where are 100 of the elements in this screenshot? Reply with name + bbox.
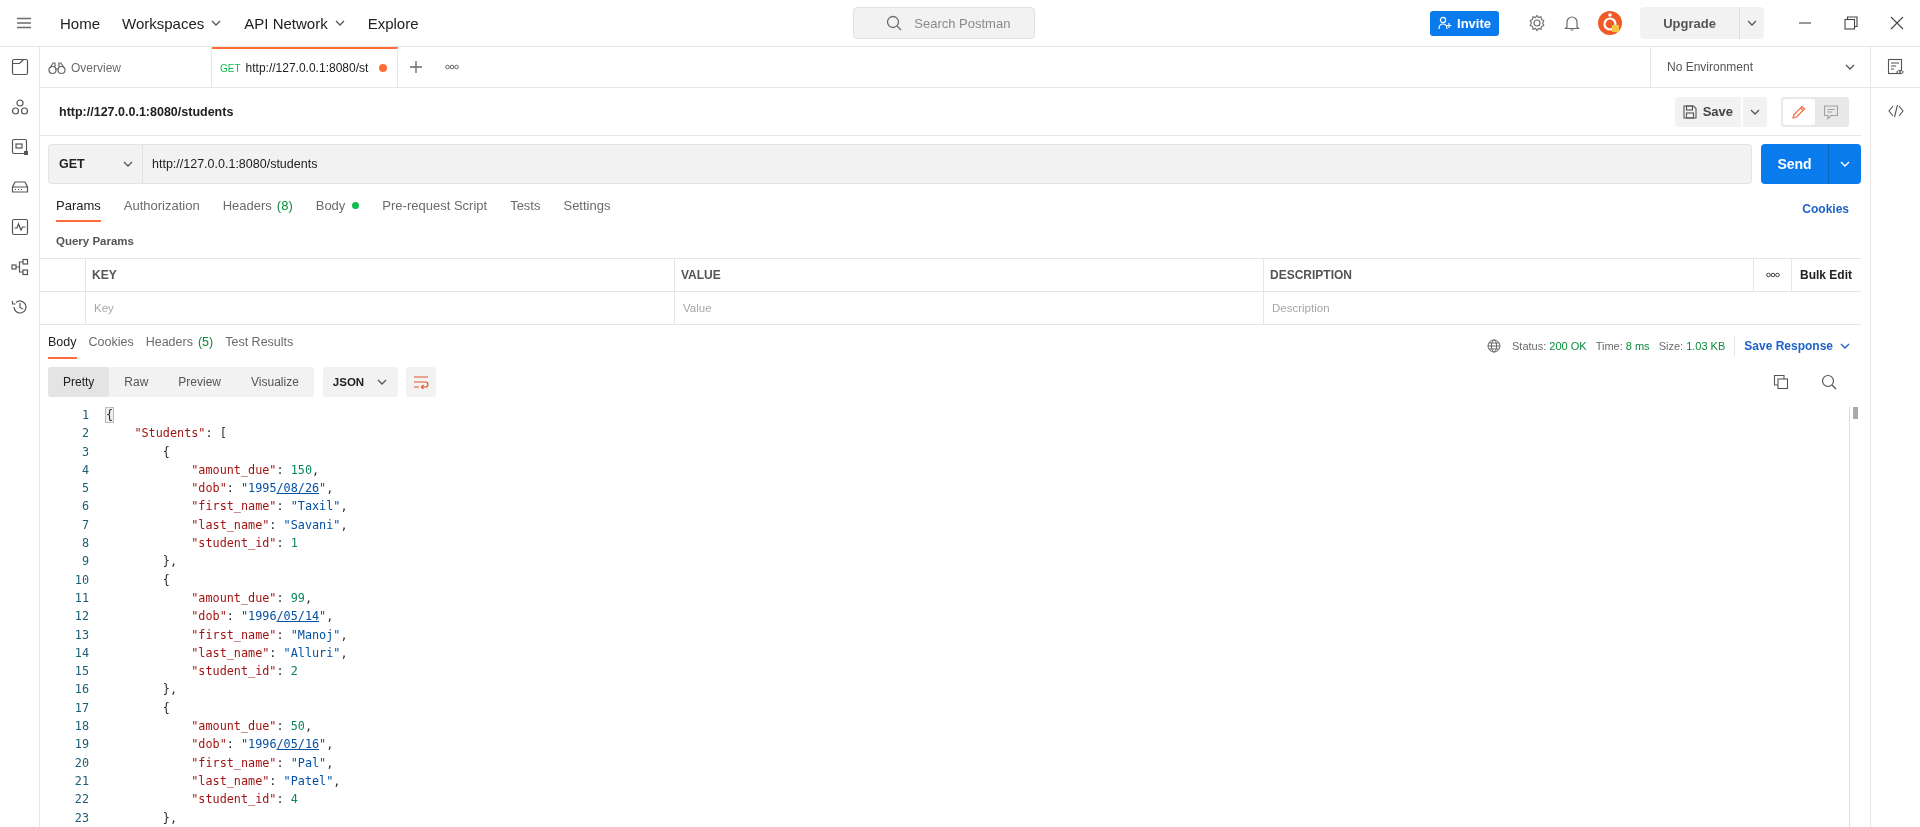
send-button[interactable]: Send xyxy=(1761,144,1828,184)
flow-icon[interactable] xyxy=(10,258,29,276)
line-number: 8 xyxy=(80,535,90,553)
bell-icon[interactable] xyxy=(1564,14,1580,32)
restore-icon[interactable] xyxy=(1844,16,1858,30)
line-number: 11 xyxy=(73,589,90,607)
section-tab[interactable]: Authorization xyxy=(123,196,200,222)
line-number: 9 xyxy=(80,553,90,571)
cookies-link[interactable]: Cookies xyxy=(1802,202,1849,216)
line-number: 23 xyxy=(73,809,90,827)
close-icon[interactable] xyxy=(1890,16,1904,30)
binoculars-icon xyxy=(48,61,66,75)
code-line: "dob": "1995/08/26", xyxy=(190,480,334,498)
collection-icon[interactable] xyxy=(10,58,29,76)
more-icon[interactable] xyxy=(1765,272,1780,278)
line-number: 12 xyxy=(73,608,90,626)
activity-icon[interactable] xyxy=(10,218,29,236)
code-line: "last_name": "Alluri", xyxy=(190,644,348,662)
line-number: 15 xyxy=(73,663,90,681)
section-tab[interactable]: Pre-request Script xyxy=(382,196,488,222)
view-tab[interactable]: Pretty xyxy=(48,367,110,397)
globe-icon xyxy=(1487,339,1501,353)
add-user-icon xyxy=(1438,16,1453,30)
code-line: "dob": "1996/05/16", xyxy=(190,736,334,754)
search-icon[interactable] xyxy=(1821,374,1837,390)
search-input[interactable]: Search Postman xyxy=(912,14,1037,32)
section-tab[interactable]: Cookies xyxy=(88,333,134,359)
column-header: KEY xyxy=(85,259,674,291)
pencil-icon xyxy=(1791,103,1807,120)
nav-menu-item[interactable]: Workspaces xyxy=(122,14,223,32)
save-button[interactable]: Save xyxy=(1674,96,1741,127)
invite-button[interactable]: Invite xyxy=(1430,10,1499,36)
url-field[interactable]: http://127.0.0.1:8080/students xyxy=(143,144,1752,184)
response-stat: Size: 1.03 KB xyxy=(1658,340,1726,352)
copy-icon[interactable] xyxy=(1773,374,1789,390)
format-select[interactable]: JSON xyxy=(322,367,399,397)
wrap-icon xyxy=(413,375,430,389)
code-line: }, xyxy=(161,809,178,827)
line-number: 3 xyxy=(80,443,90,461)
avatar-icon[interactable] xyxy=(1598,11,1622,35)
code-line: "first_name": "Manoj", xyxy=(190,626,348,644)
section-tab[interactable]: Settings xyxy=(563,196,611,222)
section-tab[interactable]: Headers (8) xyxy=(222,196,293,222)
section-tab[interactable]: Body xyxy=(48,333,77,359)
code-line: "Students": [ xyxy=(133,425,227,443)
scrollbar[interactable] xyxy=(1849,407,1858,827)
menu-icon[interactable] xyxy=(16,17,32,29)
table-input-field[interactable]: Key xyxy=(92,301,674,315)
code-line: "student_id": 4 xyxy=(190,791,298,809)
view-tab[interactable]: Preview xyxy=(163,367,237,397)
view-tab[interactable]: Raw xyxy=(109,367,164,397)
settings-icon[interactable] xyxy=(1528,14,1546,32)
code-line: }, xyxy=(161,553,178,571)
section-tab[interactable]: Headers (5) xyxy=(145,333,214,359)
column-header: VALUE xyxy=(674,259,1263,291)
method-label: GET xyxy=(220,62,241,74)
search-field[interactable]: Search Postman xyxy=(853,7,1036,39)
section-title: Query Params xyxy=(56,234,135,249)
request-name: http://127.0.0.1:8080/students xyxy=(59,104,234,119)
code-line: "dob": "1996/05/14", xyxy=(190,608,334,626)
code-line: "last_name": "Patel", xyxy=(190,772,341,790)
code-line: "amount_due": 50, xyxy=(190,718,312,736)
more-icon[interactable] xyxy=(445,64,460,70)
table-input-field[interactable]: Description xyxy=(1270,301,1861,315)
code-line: { xyxy=(161,443,170,461)
code-line: "last_name": "Savani", xyxy=(190,516,348,534)
table-input-field[interactable]: Value xyxy=(681,301,1263,315)
column-header: DESCRIPTION xyxy=(1263,259,1753,291)
save-response-button[interactable]: Save Response xyxy=(1744,339,1851,353)
nav-menu-item[interactable]: Home xyxy=(60,14,100,32)
edit-mode-button[interactable] xyxy=(1783,98,1815,125)
section-tab[interactable]: Tests xyxy=(510,196,541,222)
code-line: }, xyxy=(161,681,178,699)
upgrade-button[interactable]: Upgrade xyxy=(1640,7,1739,39)
send-menu-button[interactable] xyxy=(1828,144,1861,184)
bulk-edit-link[interactable]: Bulk Edit xyxy=(1800,268,1852,282)
request-tab[interactable]: GET http://127.0.0.1:8080/st xyxy=(212,47,399,87)
method-select[interactable]: GET xyxy=(48,144,143,184)
eye-list-icon[interactable] xyxy=(1886,58,1905,76)
environment-select[interactable]: No Environment xyxy=(1650,47,1870,87)
nodes-icon[interactable] xyxy=(10,98,29,116)
line-number: 20 xyxy=(73,754,90,772)
code-line: "student_id": 2 xyxy=(190,663,298,681)
code-line: { xyxy=(161,571,170,589)
code-line: { xyxy=(161,699,170,717)
history-icon[interactable] xyxy=(10,298,29,316)
section-tab[interactable]: Body xyxy=(315,196,360,222)
scroll-thumb[interactable] xyxy=(1853,407,1858,419)
response-stat: Status: 200 OK xyxy=(1512,340,1587,352)
nav-menu-item[interactable]: Explore xyxy=(367,14,419,32)
view-tab[interactable]: Visualize xyxy=(236,367,314,397)
section-tab[interactable]: Params xyxy=(56,196,101,222)
plus-icon[interactable] xyxy=(409,60,424,74)
server-icon[interactable] xyxy=(10,178,29,196)
code-line: "amount_due": 150, xyxy=(190,461,320,479)
nav-menu-item[interactable]: API Network xyxy=(244,14,346,32)
code-icon[interactable] xyxy=(1887,104,1904,118)
screen-icon[interactable] xyxy=(10,138,29,156)
code-line: "amount_due": 99, xyxy=(190,589,312,607)
section-tab[interactable]: Test Results xyxy=(225,333,294,359)
